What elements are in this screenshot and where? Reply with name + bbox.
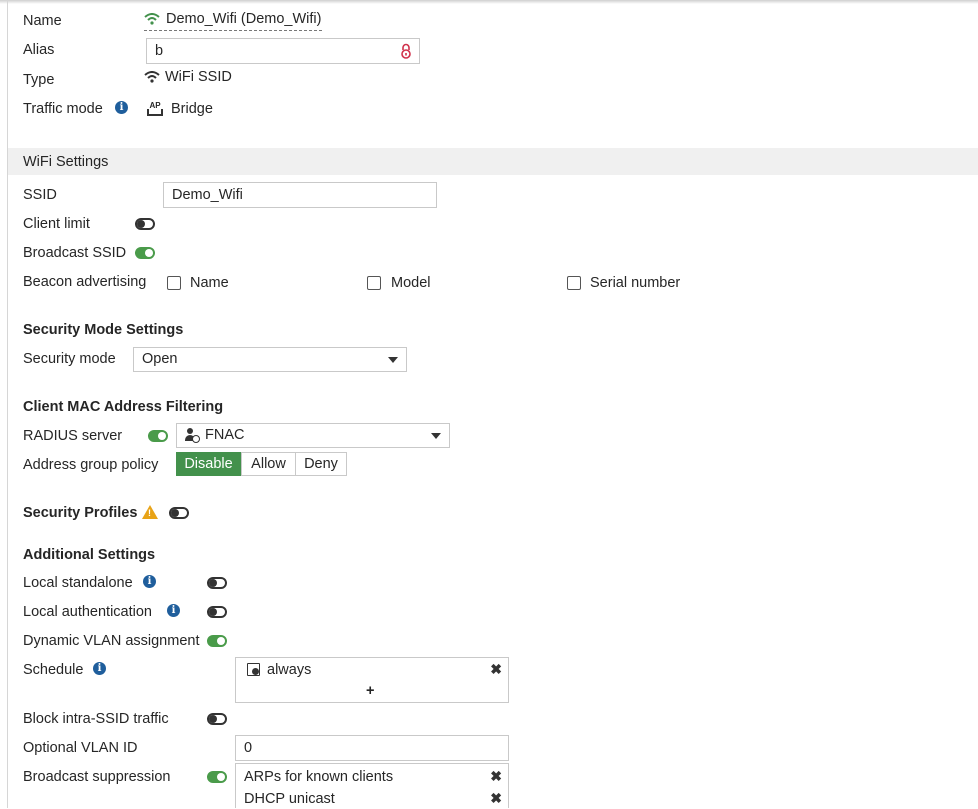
lock-icon [401,43,411,59]
local-standalone-toggle[interactable] [207,577,227,589]
broadcast-ssid-label: Broadcast SSID [23,245,127,261]
beacon-model-checkbox[interactable] [367,276,381,290]
mac-filtering-heading: Client MAC Address Filtering [23,399,224,415]
security-profiles-toggle[interactable] [169,507,189,519]
window-top-edge [0,0,978,4]
panel-left-border [7,0,8,808]
policy-deny-button[interactable]: Deny [295,452,347,476]
radius-server-label: RADIUS server [23,428,123,444]
traffic-mode-value-text: Bridge [171,101,213,117]
suppression-item: DHCP unicast [244,791,335,807]
type-value-text: WiFi SSID [165,69,232,85]
type-value: WiFi SSID [144,67,232,87]
wifi-settings-title: WiFi Settings [23,154,109,170]
broadcast-suppression-label: Broadcast suppression [23,769,171,785]
add-icon[interactable]: + [366,682,374,700]
beacon-serial-checkbox[interactable] [567,276,581,290]
address-group-policy-label: Address group policy [23,457,159,473]
info-icon[interactable]: i [115,101,128,114]
name-value[interactable]: Demo_Wifi (Demo_Wifi) [144,10,322,31]
user-server-icon [185,428,200,444]
beacon-model-label: Model [391,275,431,291]
security-mode-settings-heading: Security Mode Settings [23,322,184,338]
security-mode-label: Security mode [23,351,116,367]
remove-icon[interactable]: ✖ [490,769,502,783]
wifi-icon [144,71,160,83]
beacon-name-checkbox[interactable] [167,276,181,290]
calendar-clock-icon [247,663,260,676]
client-limit-label: Client limit [23,216,90,232]
radius-server-select[interactable]: FNAC [176,423,450,448]
policy-allow-button[interactable]: Allow [241,452,296,476]
local-authentication-label: Local authentication [23,604,152,620]
traffic-mode-value: AP Bridge [147,99,213,119]
chevron-down-icon [388,357,398,363]
optional-vlan-input[interactable]: 0 [235,735,509,761]
local-authentication-toggle[interactable] [207,606,227,618]
chevron-down-icon [431,433,441,439]
warning-icon: ! [142,505,158,519]
dynamic-vlan-label: Dynamic VLAN assignment [23,633,200,649]
info-icon[interactable]: i [143,575,156,588]
broadcast-suppression-toggle[interactable] [207,771,227,783]
client-limit-toggle[interactable] [135,218,155,230]
type-label: Type [23,72,55,88]
wifi-settings-header: WiFi Settings [8,148,978,175]
wifi-icon [144,13,160,25]
remove-icon[interactable]: ✖ [490,662,502,676]
access-point-icon: AP [147,101,163,117]
traffic-mode-label: Traffic mode [23,101,103,117]
beacon-serial-label: Serial number [590,275,681,291]
info-icon[interactable]: i [93,662,106,675]
ssid-value: Demo_Wifi [172,187,243,203]
info-icon[interactable]: i [167,604,180,617]
dynamic-vlan-toggle[interactable] [207,635,227,647]
beacon-name-label: Name [190,275,229,291]
broadcast-ssid-toggle[interactable] [135,247,155,259]
alias-label: Alias [23,42,55,58]
suppression-item: ARPs for known clients [244,769,394,785]
block-intra-ssid-toggle[interactable] [207,713,227,725]
security-mode-value: Open [142,351,178,367]
block-intra-ssid-label: Block intra-SSID traffic [23,711,169,727]
alias-value: b [155,43,164,59]
schedule-label: Schedule [23,662,84,678]
beacon-advertising-label: Beacon advertising [23,274,147,290]
ssid-input[interactable]: Demo_Wifi [163,182,437,208]
name-value-text: Demo_Wifi (Demo_Wifi) [166,11,322,27]
optional-vlan-value: 0 [244,740,253,756]
optional-vlan-label: Optional VLAN ID [23,740,138,756]
schedule-list[interactable]: always ✖ + [235,657,509,703]
remove-icon[interactable]: ✖ [490,791,502,805]
radius-server-value: FNAC [205,427,245,443]
name-label: Name [23,13,62,29]
radius-server-toggle[interactable] [148,430,168,442]
security-profiles-heading: Security Profiles [23,505,138,521]
security-mode-select[interactable]: Open [133,347,407,372]
ssid-label: SSID [23,187,57,203]
alias-input[interactable]: b [146,38,420,64]
policy-disable-button[interactable]: Disable [176,452,241,476]
schedule-item: always [267,662,312,678]
additional-settings-heading: Additional Settings [23,547,156,563]
local-standalone-label: Local standalone [23,575,133,591]
broadcast-suppression-list[interactable]: ARPs for known clients ✖ DHCP unicast ✖ [235,763,509,808]
